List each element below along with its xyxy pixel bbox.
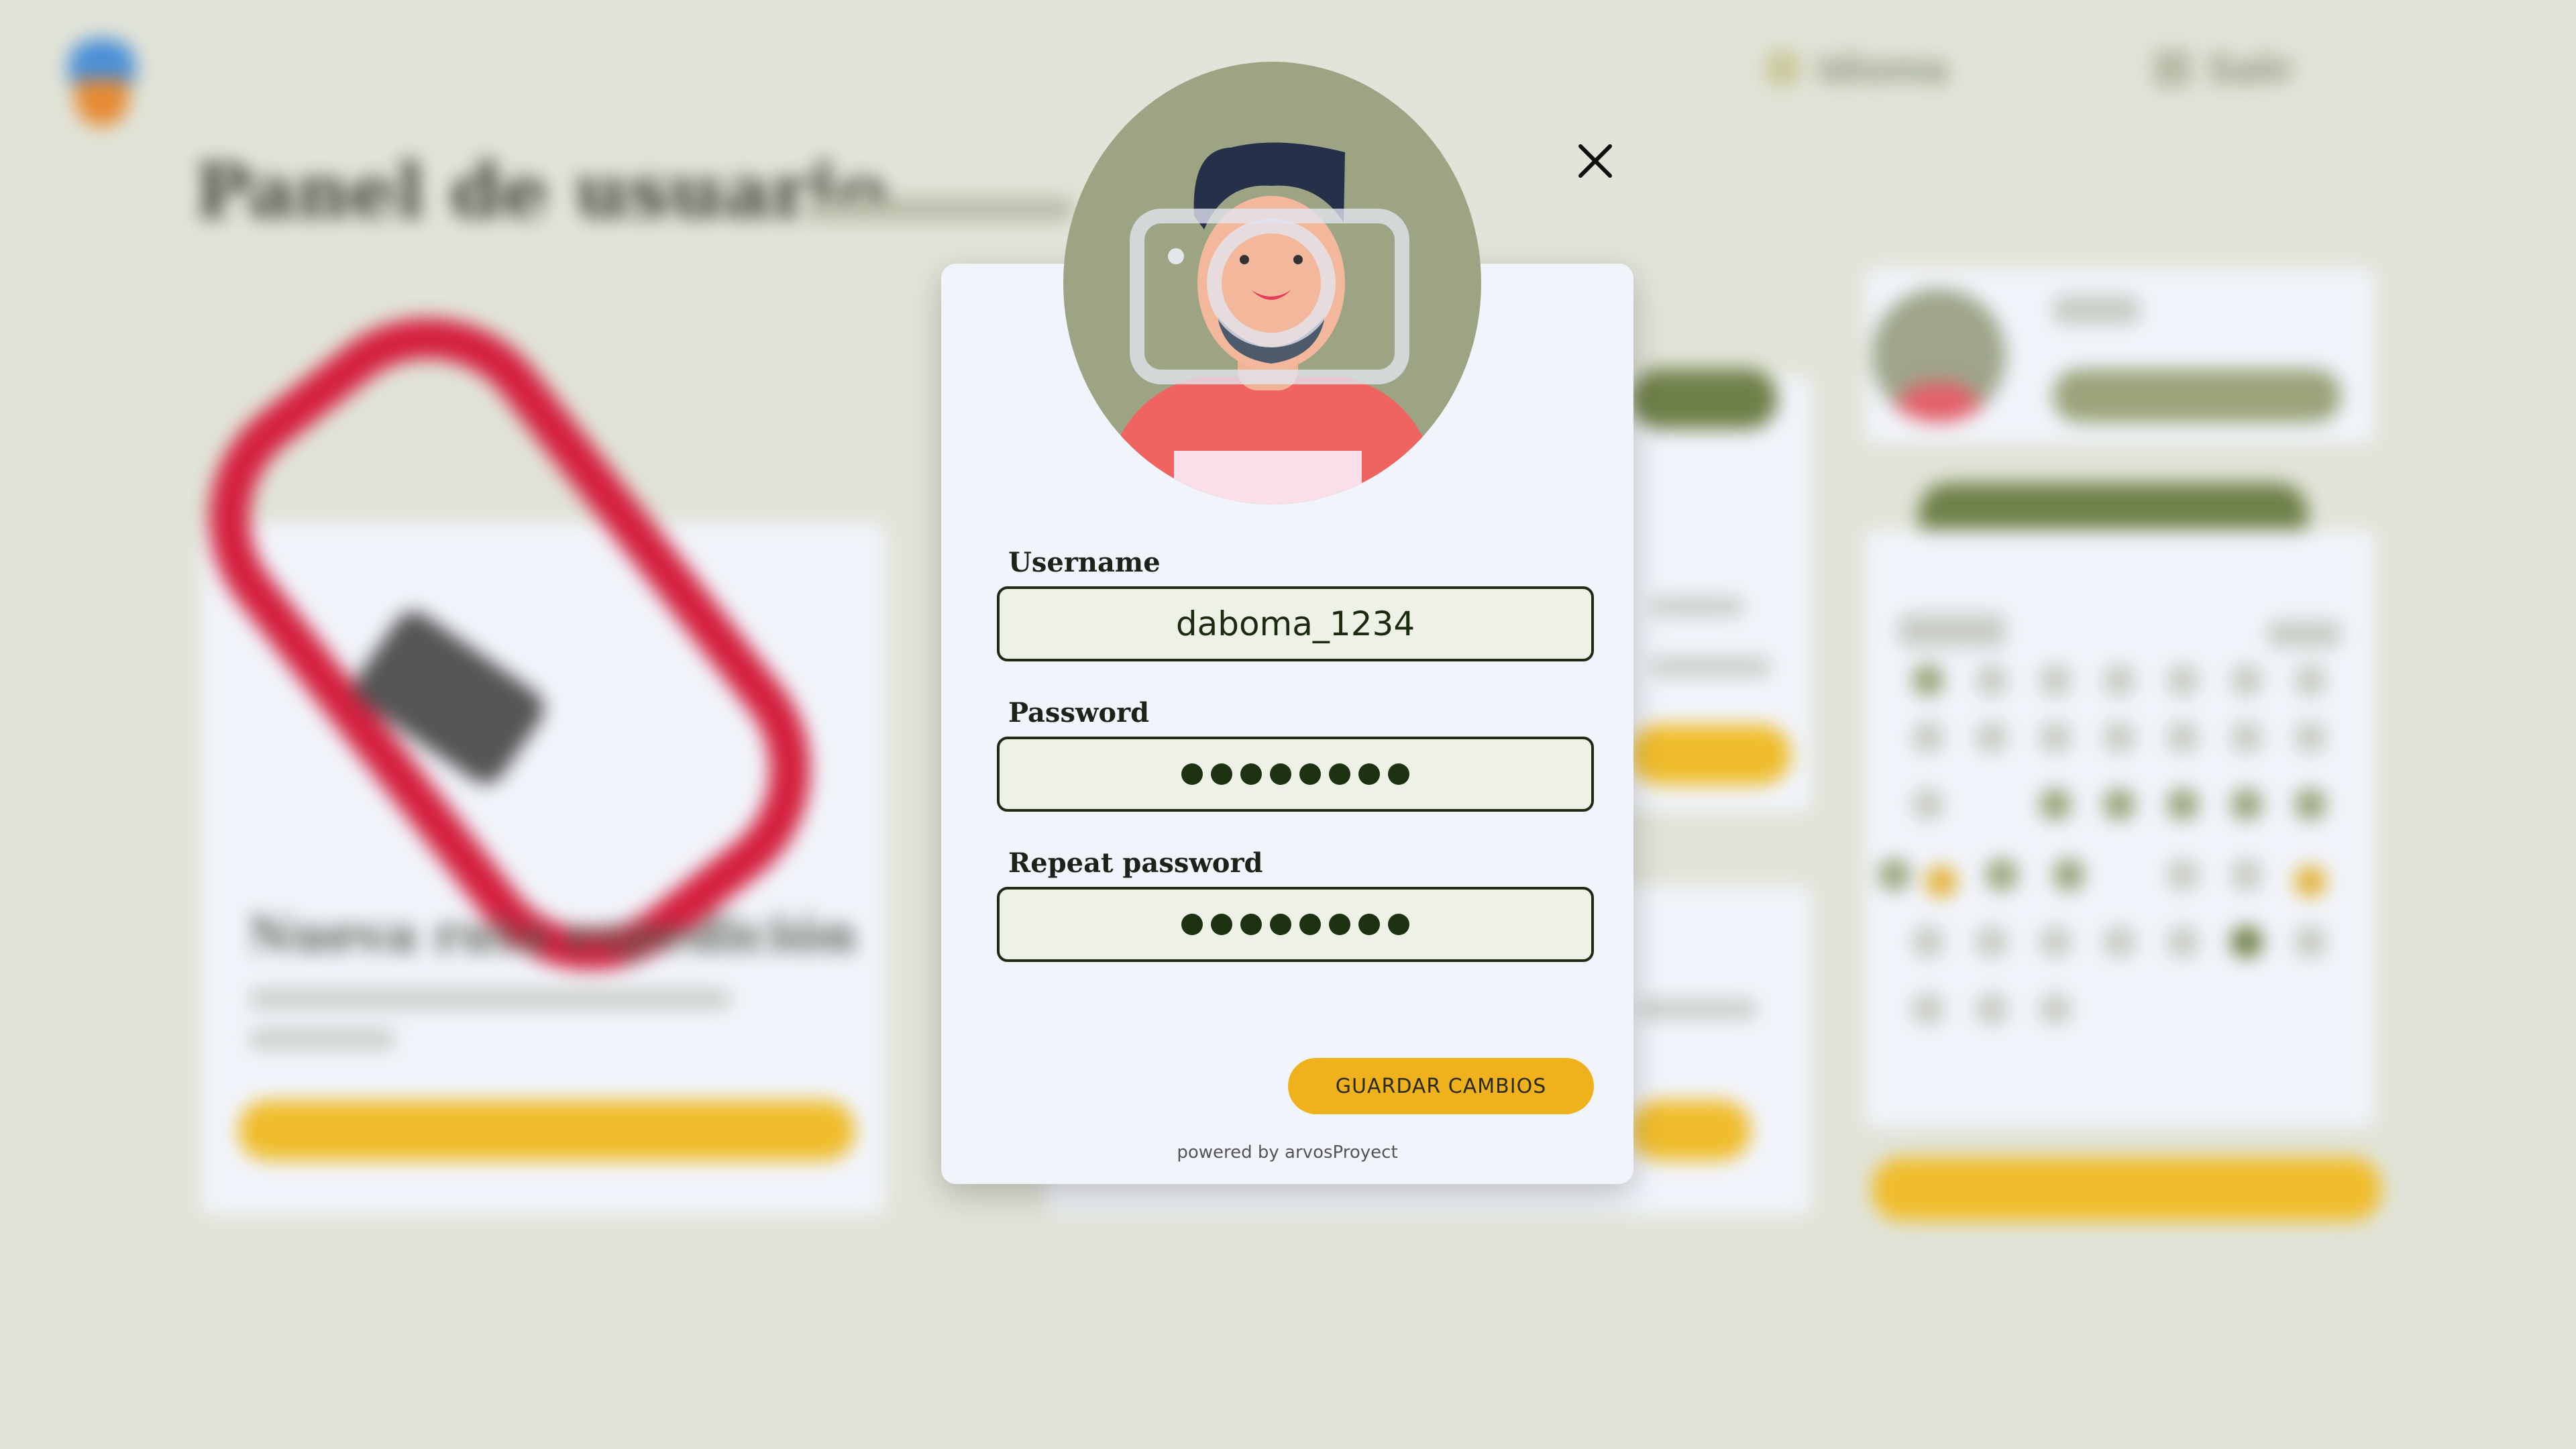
username-value: daboma_1234 <box>1175 604 1415 643</box>
page-title: Panel de usuario <box>195 148 888 234</box>
avatar-camera-icon <box>1104 142 1439 504</box>
logout-icon <box>2153 50 2191 87</box>
middle-text-line <box>1650 597 1744 616</box>
close-button[interactable] <box>1574 140 1617 182</box>
middle-text-line <box>1650 657 1771 676</box>
card-text-line <box>248 1030 396 1049</box>
middle-card-tag <box>1630 369 1778 429</box>
profile-button <box>2053 369 2341 423</box>
card-title: Nueva ruta expedición <box>248 906 857 963</box>
page-subtitle <box>805 198 1073 221</box>
close-icon <box>1578 144 1612 178</box>
card-button <box>238 1100 855 1161</box>
nav-language: Idioma <box>1764 42 1947 95</box>
right-yellow-button <box>1872 1157 2381 1221</box>
password-label: Password <box>1008 697 1150 729</box>
password-mask <box>1181 763 1409 785</box>
app-logo <box>62 39 142 126</box>
powered-by-text: powered by arvosProyect <box>1177 1142 1398 1163</box>
calendar-month <box>1898 614 2006 647</box>
nav-language-label: Idioma <box>1818 46 1948 91</box>
profile-name-line <box>2053 295 2140 325</box>
nav-logout-label: Salir <box>2207 46 2295 91</box>
avatar-image[interactable] <box>1063 62 1481 504</box>
middle-card-button <box>1630 724 1791 785</box>
nav-logout: Salir <box>2153 42 2294 95</box>
password-field[interactable] <box>997 737 1594 812</box>
profile-avatar <box>1872 288 2006 423</box>
middle-card-button-2 <box>1630 1100 1751 1161</box>
save-changes-button[interactable]: GUARDAR CAMBIOS <box>1288 1058 1594 1114</box>
card-text-line <box>248 989 731 1008</box>
repeat-password-field[interactable] <box>997 887 1594 962</box>
username-field[interactable]: daboma_1234 <box>997 586 1594 661</box>
calendar-year <box>2267 621 2341 647</box>
repeat-password-mask <box>1181 914 1409 935</box>
globe-icon <box>1764 50 1802 87</box>
repeat-password-label: Repeat password <box>1008 847 1263 879</box>
username-label: Username <box>1008 547 1161 578</box>
middle-text-line <box>1637 1000 1758 1018</box>
